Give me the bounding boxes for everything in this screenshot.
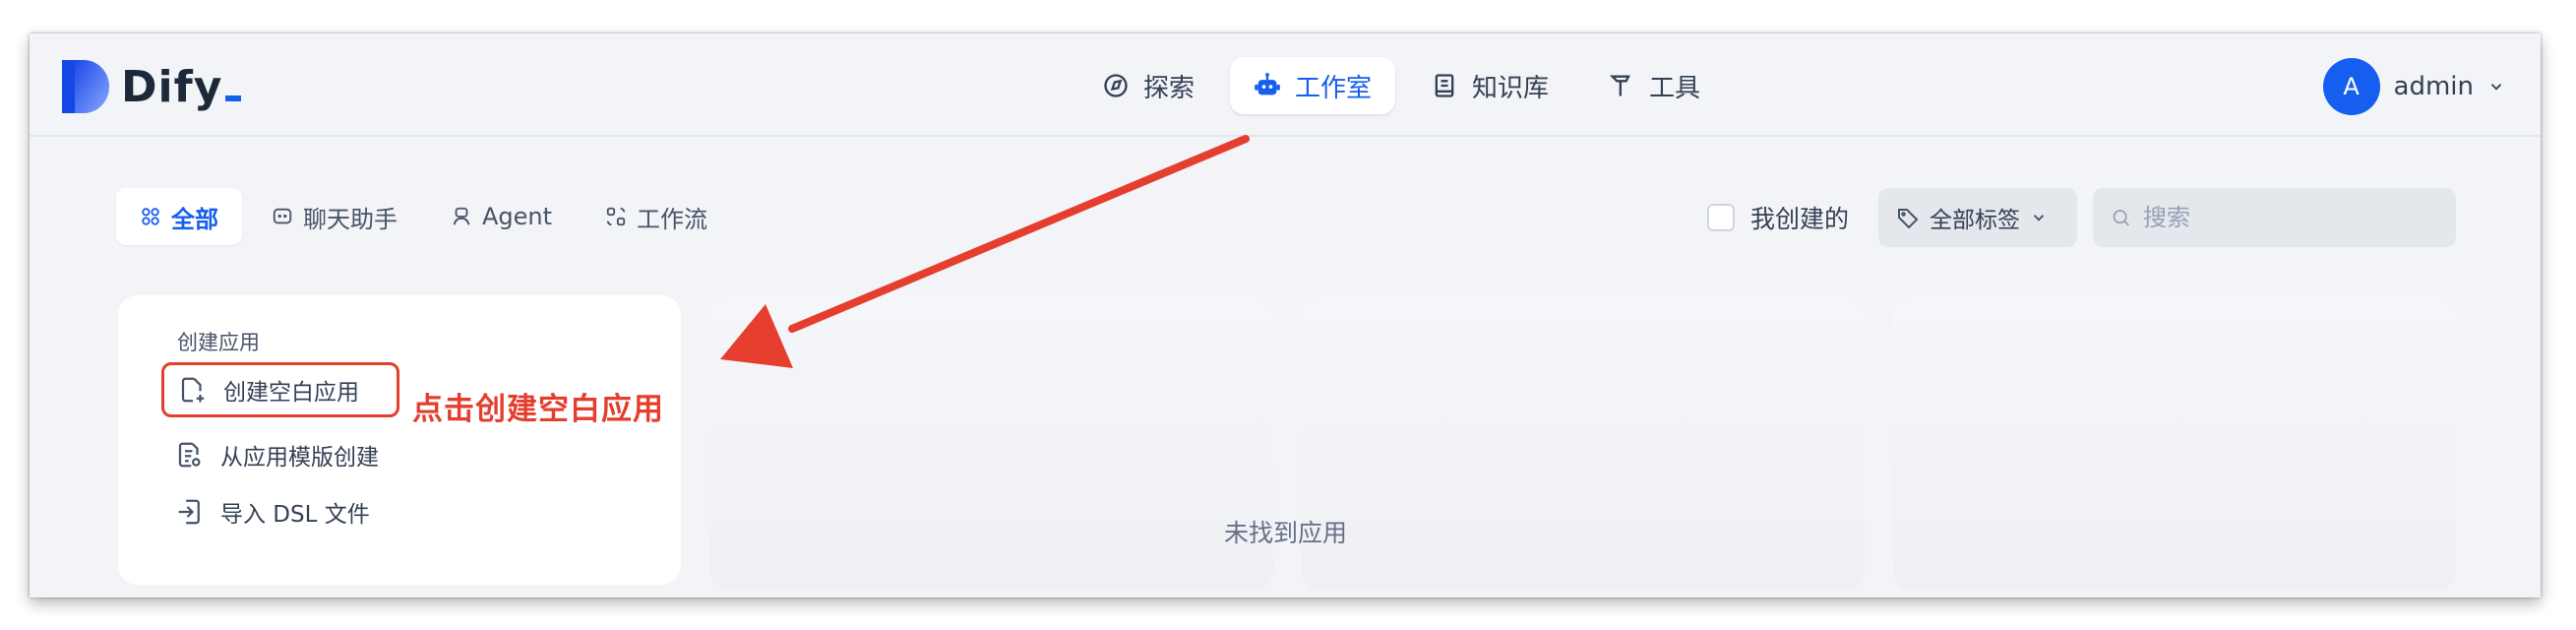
tab-all-label: 全部: [171, 205, 218, 233]
create-blank-app-label: 创建空白应用: [223, 380, 359, 406]
chevron-down-icon: [2490, 84, 2502, 91]
user-name: admin: [2393, 72, 2474, 101]
filter-controls: 我创建的 全部标签: [1706, 188, 2456, 247]
workflow-icon: [606, 207, 626, 226]
main-nav: 探索 工作室 知识库 工具: [1078, 57, 1724, 116]
brand-cursor: [225, 94, 242, 101]
nav-knowledge[interactable]: 知识库: [1407, 57, 1572, 114]
tab-chat-assistant-label: 聊天助手: [303, 205, 398, 233]
nav-studio-label: 工作室: [1295, 73, 1373, 103]
create-app-title: 创建应用: [177, 331, 260, 354]
new-file-icon: [181, 377, 205, 403]
created-by-me-label: 我创建的: [1749, 205, 1849, 233]
empty-state-message: 未找到应用: [1224, 519, 1348, 547]
nav-tools-label: 工具: [1649, 73, 1701, 103]
app-card-placeholder: [1893, 295, 2456, 591]
chevron-down-icon: [2033, 215, 2045, 221]
chat-bubble-icon: [273, 208, 292, 224]
tag-icon: [1898, 209, 1919, 229]
search-input[interactable]: [2143, 204, 2438, 231]
category-tabs: 全部 聊天助手 Agent 工作流: [116, 188, 731, 245]
tab-workflow[interactable]: 工作流: [582, 188, 731, 245]
tab-agent-label: Agent: [482, 203, 553, 230]
search-icon: [2113, 210, 2129, 226]
robot-icon: [1255, 73, 1280, 95]
import-dsl-label: 导入 DSL 文件: [220, 502, 370, 528]
hammer-icon: [1609, 75, 1630, 96]
created-by-me-toggle[interactable]: 我创建的: [1706, 200, 1849, 235]
app-card-placeholder: [1302, 295, 1865, 591]
avatar: A: [2322, 58, 2380, 115]
app-window: Dify 探索 工作室 知识库 工具 A admin 全部 聊天助手 Agent…: [30, 33, 2541, 598]
search-box[interactable]: [2093, 188, 2456, 247]
tag-filter-select[interactable]: 全部标签: [1878, 188, 2077, 247]
book-icon: [1435, 74, 1454, 97]
nav-explore[interactable]: 探索: [1078, 57, 1218, 114]
logo-mark-icon: [62, 60, 109, 113]
tab-agent[interactable]: Agent: [427, 188, 576, 245]
agent-icon: [453, 207, 470, 225]
create-from-template-label: 从应用模版创建: [220, 445, 379, 471]
tag-filter-label: 全部标签: [1930, 208, 2020, 233]
tab-all[interactable]: 全部: [116, 188, 242, 245]
compass-icon: [1104, 74, 1128, 97]
annotation-text: 点击创建空白应用: [412, 392, 664, 427]
create-blank-app-button[interactable]: 创建空白应用: [161, 362, 399, 417]
create-app-card: 创建应用 创建空白应用 从应用模版创建 导入 DSL 文件: [118, 295, 681, 585]
nav-tools[interactable]: 工具: [1584, 57, 1724, 114]
tab-workflow-label: 工作流: [637, 205, 708, 233]
grid-icon: [142, 208, 159, 225]
nav-explore-label: 探索: [1143, 73, 1196, 103]
create-from-template-button[interactable]: 从应用模版创建: [161, 427, 393, 482]
template-icon: [178, 442, 201, 468]
dify-logo[interactable]: Dify: [62, 59, 242, 114]
import-dsl-button[interactable]: 导入 DSL 文件: [161, 484, 384, 539]
created-by-me-checkbox[interactable]: [1706, 204, 1735, 231]
app-card-placeholder: [710, 295, 1273, 591]
brand-name: Dify: [121, 62, 242, 112]
tab-chat-assistant[interactable]: 聊天助手: [248, 188, 421, 245]
nav-knowledge-label: 知识库: [1472, 73, 1550, 103]
user-menu[interactable]: A admin: [2322, 58, 2505, 115]
import-icon: [178, 499, 200, 525]
top-header: Dify 探索 工作室 知识库 工具 A admin: [30, 33, 2541, 137]
nav-studio[interactable]: 工作室: [1230, 57, 1396, 114]
